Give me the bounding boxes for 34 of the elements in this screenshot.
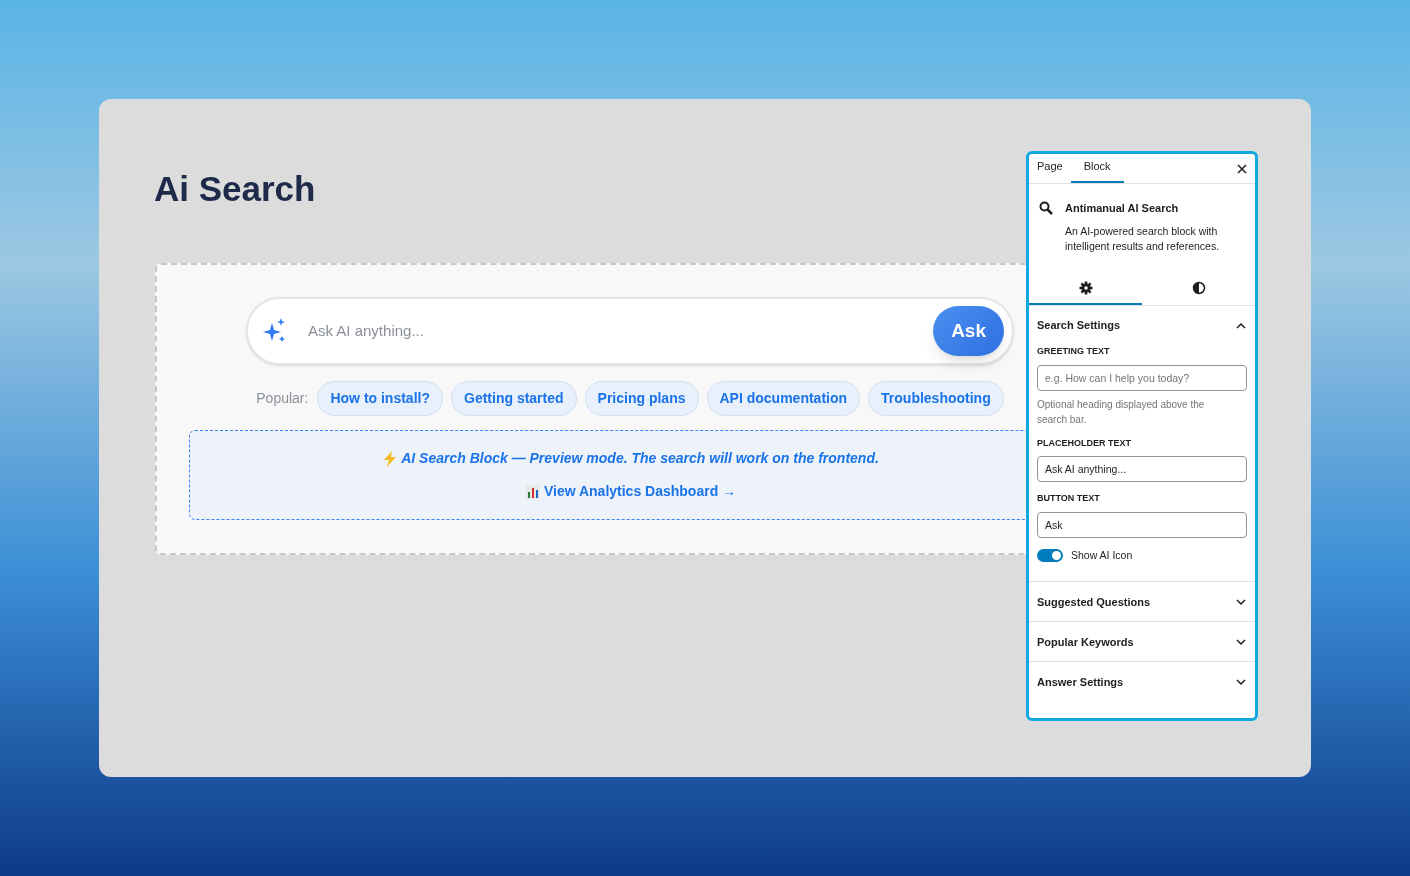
search-field[interactable]: Ask AI anything... Ask (246, 297, 1014, 365)
keyword-chip[interactable]: Getting started (451, 381, 577, 416)
contrast-icon (1191, 280, 1206, 295)
analytics-link[interactable]: View Analytics Dashboard → (543, 481, 737, 502)
close-icon (1237, 163, 1247, 174)
field-label: BUTTON TEXT (1037, 492, 1101, 505)
section-header[interactable]: Suggested Questions (1029, 582, 1255, 622)
keyword-chip[interactable]: Troubleshooting (868, 381, 1004, 416)
search-icon (1039, 201, 1053, 215)
block-description: An AI-powered search block with intelligent results and references. (1065, 223, 1221, 254)
section-header[interactable]: Answer Settings (1029, 662, 1255, 702)
section-header[interactable]: Popular Keywords (1029, 622, 1255, 662)
bar-chart-icon (525, 484, 540, 499)
ask-button[interactable]: Ask (933, 306, 1004, 356)
lightning-icon (383, 450, 398, 467)
toggle-label: Show AI Icon (1071, 547, 1133, 563)
text-field[interactable]: Ask AI anything... (1037, 456, 1247, 482)
keyword-chip[interactable]: API documentation (706, 381, 861, 416)
block-name: Antimanual AI Search (1065, 201, 1180, 216)
toggle-switch[interactable] (1037, 548, 1063, 562)
page-title: Ai Search (154, 168, 316, 210)
keyword-chip[interactable]: Pricing plans (584, 381, 699, 416)
preview-message: AI Search Block — Preview mode. The search will work on the frontend. (401, 449, 879, 468)
popular-label: Popular: (256, 389, 309, 408)
text-field[interactable]: Ask (1037, 511, 1247, 538)
settings-icon (1078, 280, 1093, 295)
field-help: Optional heading displayed above the search bar. (1037, 397, 1206, 427)
field-label: GREETING TEXT (1037, 345, 1111, 358)
text-field[interactable]: e.g. How can I help you today? (1037, 364, 1247, 391)
section-header[interactable]: Search Settings (1029, 306, 1255, 345)
panel-tab[interactable]: Page (1029, 154, 1071, 183)
field-label: PLACEHOLDER TEXT (1037, 436, 1132, 450)
panel-tab[interactable]: Block (1070, 154, 1124, 183)
keyword-chip[interactable]: How to install? (317, 381, 443, 416)
